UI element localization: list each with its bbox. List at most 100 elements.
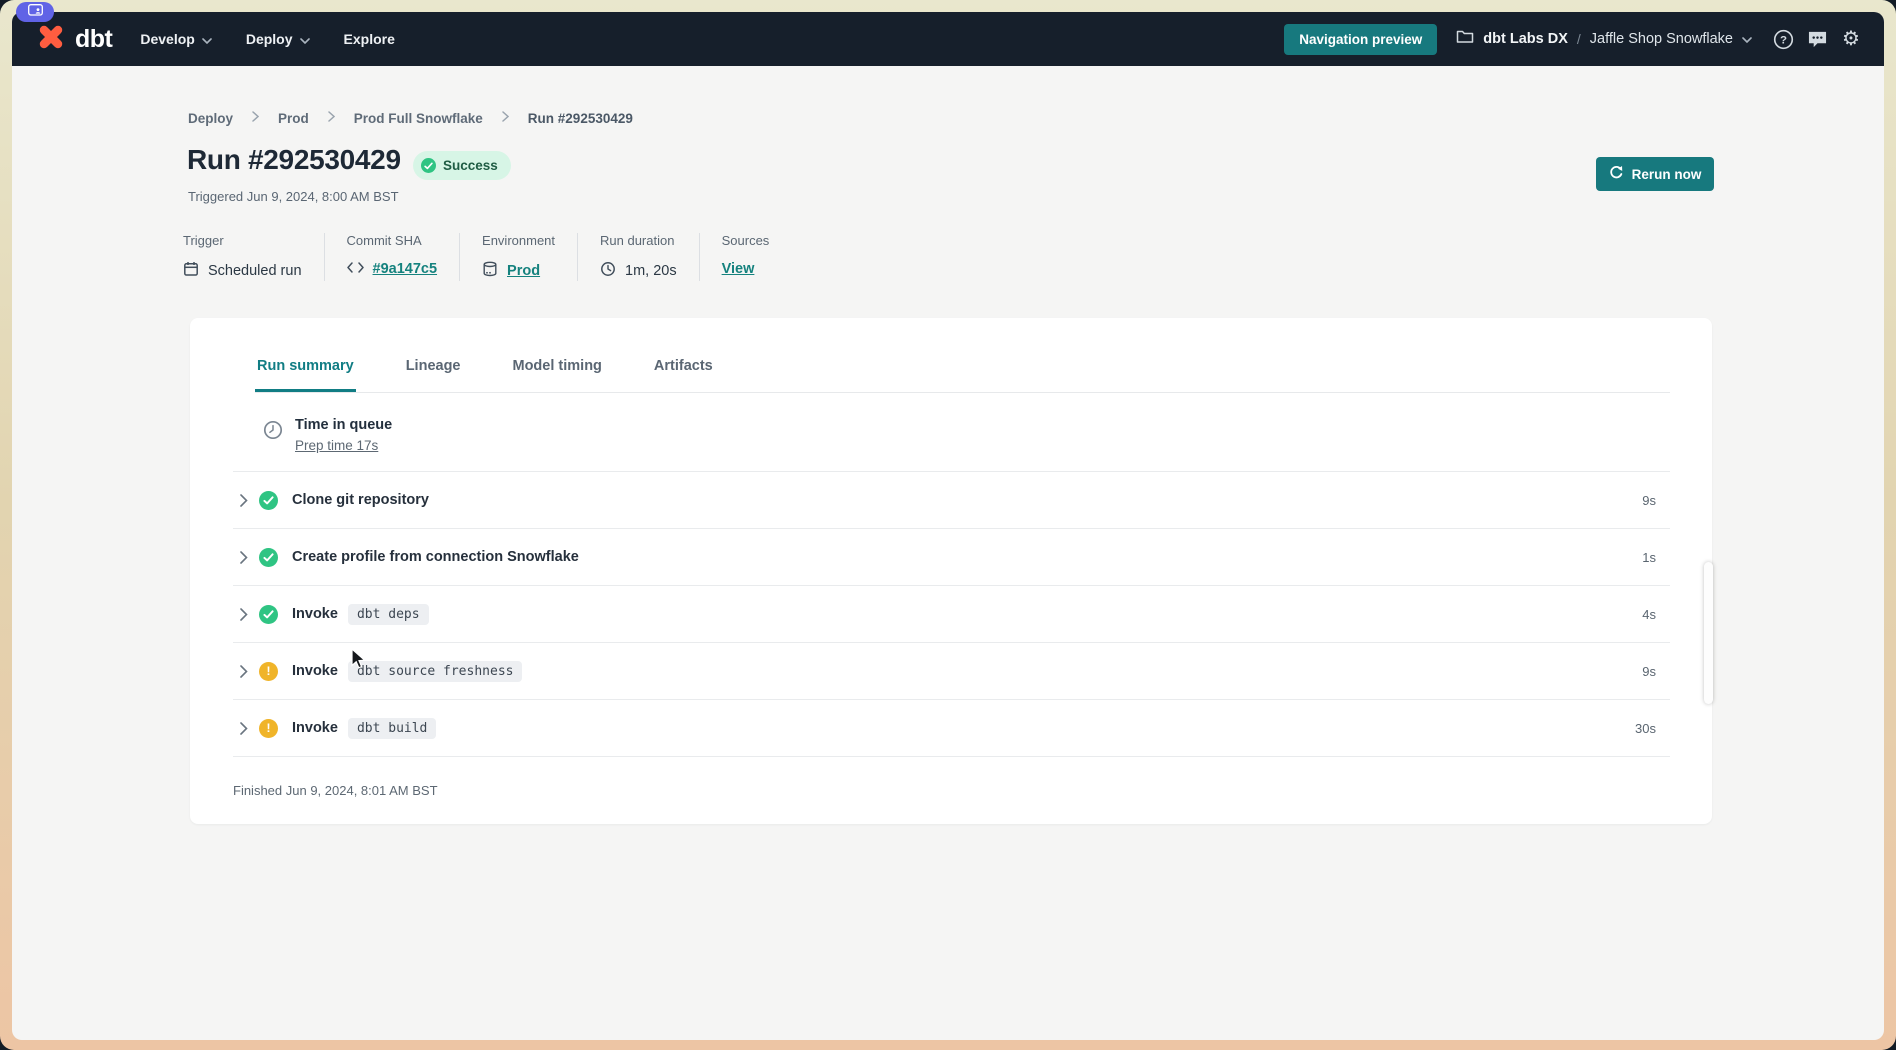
chevron-down-icon: [202, 31, 212, 47]
main-nav: Develop Deploy Explore: [140, 31, 395, 47]
chevron-right-icon: [502, 109, 509, 127]
screen-share-badge: [16, 2, 54, 22]
page-title: Run #292530429: [187, 144, 401, 176]
dbt-logo-text: dbt: [75, 25, 112, 54]
step-label: Clone git repository: [292, 492, 429, 508]
step-label: Create profile from connection Snowflake: [292, 549, 579, 565]
step-duration: 1s: [1642, 550, 1656, 565]
chevron-down-icon: [1742, 30, 1752, 48]
chevron-right-icon[interactable]: [240, 551, 248, 564]
meta-label: Trigger: [183, 233, 302, 248]
chevron-right-icon[interactable]: [240, 722, 248, 735]
code-icon: [347, 261, 364, 277]
environment-link[interactable]: Prod: [507, 263, 540, 279]
run-summary-card: Run summary Lineage Model timing Artifac…: [190, 318, 1712, 824]
step-row-dbt-source-freshness[interactable]: Invoke dbt source freshness 9s: [233, 643, 1670, 700]
step-command-chip: dbt source freshness: [348, 661, 523, 682]
step-row-clone-git[interactable]: Clone git repository 9s: [233, 472, 1670, 529]
step-command-chip: dbt deps: [348, 604, 429, 625]
chevron-right-icon[interactable]: [240, 665, 248, 678]
meta-label: Sources: [722, 233, 770, 248]
breadcrumb-deploy[interactable]: Deploy: [188, 111, 233, 126]
nav-deploy[interactable]: Deploy: [246, 31, 310, 47]
rerun-now-label: Rerun now: [1632, 167, 1702, 182]
step-duration: 30s: [1635, 721, 1656, 736]
navigation-preview-button[interactable]: Navigation preview: [1284, 24, 1437, 55]
status-badge-label: Success: [443, 158, 498, 173]
project-selector[interactable]: dbt Labs DX / Jaffle Shop Snowflake: [1456, 29, 1752, 49]
chevron-right-icon[interactable]: [240, 494, 248, 507]
status-badge: Success: [413, 151, 511, 180]
feedback-icon[interactable]: [1805, 27, 1829, 51]
nav-deploy-label: Deploy: [246, 31, 293, 47]
topbar-right: Navigation preview dbt Labs DX / Jaffle …: [1284, 24, 1863, 55]
chevron-right-icon: [328, 109, 335, 127]
meta-trigger: Trigger Scheduled run: [183, 233, 325, 281]
help-icon[interactable]: ?: [1771, 27, 1795, 51]
breadcrumb-job[interactable]: Prod Full Snowflake: [354, 111, 483, 126]
folder-icon: [1456, 29, 1474, 49]
calendar-icon: [183, 261, 199, 281]
tab-lineage[interactable]: Lineage: [404, 358, 463, 392]
topbar-icons: ? ⚙: [1771, 27, 1863, 51]
database-icon: [482, 261, 498, 281]
breadcrumb: Deploy Prod Prod Full Snowflake Run #292…: [188, 109, 633, 127]
nav-develop[interactable]: Develop: [140, 31, 211, 47]
step-duration: 4s: [1642, 607, 1656, 622]
warning-icon: [259, 662, 278, 681]
success-check-icon: [259, 491, 278, 510]
chevron-right-icon: [252, 109, 259, 127]
meta-value: Scheduled run: [208, 263, 302, 279]
dbt-logo-icon: [35, 21, 67, 58]
tab-bar: Run summary Lineage Model timing Artifac…: [255, 318, 1670, 393]
step-row-create-profile[interactable]: Create profile from connection Snowflake…: [233, 529, 1670, 586]
breadcrumb-prod[interactable]: Prod: [278, 111, 309, 126]
breadcrumb-run: Run #292530429: [528, 111, 633, 126]
meta-value: 1m, 20s: [625, 263, 677, 279]
dbt-logo[interactable]: dbt: [35, 21, 112, 58]
gear-icon[interactable]: ⚙: [1839, 27, 1863, 51]
meta-sources: Sources View: [722, 233, 792, 281]
project-name: Jaffle Shop Snowflake: [1590, 31, 1733, 47]
nav-develop-label: Develop: [140, 31, 194, 47]
step-duration: 9s: [1642, 664, 1656, 679]
step-duration: 9s: [1642, 493, 1656, 508]
refresh-icon: [1609, 165, 1624, 183]
screen: dbt Develop Deploy Explore: [0, 0, 1896, 1050]
svg-text:?: ?: [1780, 34, 1787, 46]
screen-share-icon: [28, 3, 43, 21]
commit-sha-link[interactable]: #9a147c5: [373, 261, 438, 277]
nav-explore-label: Explore: [344, 31, 395, 47]
meta-label: Environment: [482, 233, 555, 248]
step-label: Invoke: [292, 606, 338, 622]
app-window: dbt Develop Deploy Explore: [12, 12, 1884, 1040]
meta-label: Commit SHA: [347, 233, 438, 248]
step-command-chip: dbt build: [348, 718, 436, 739]
rerun-now-button[interactable]: Rerun now: [1596, 157, 1714, 191]
nav-explore[interactable]: Explore: [344, 31, 395, 47]
timer-icon: [263, 420, 283, 445]
clock-icon: [600, 261, 616, 281]
warning-icon: [259, 719, 278, 738]
meta-label: Run duration: [600, 233, 677, 248]
prep-time-link[interactable]: Prep time 17s: [295, 438, 378, 453]
success-check-icon: [259, 548, 278, 567]
success-check-icon: [259, 605, 278, 624]
success-check-icon: [421, 158, 436, 173]
account-name: dbt Labs DX: [1483, 31, 1568, 47]
triggered-timestamp: Triggered Jun 9, 2024, 8:00 AM BST: [188, 189, 399, 204]
sources-view-link[interactable]: View: [722, 261, 755, 277]
chevron-right-icon[interactable]: [240, 608, 248, 621]
step-label: Invoke: [292, 663, 338, 679]
tab-model-timing[interactable]: Model timing: [511, 358, 604, 392]
meta-commit-sha: Commit SHA #9a147c5: [347, 233, 461, 281]
path-separator: /: [1577, 31, 1581, 47]
step-row-dbt-build[interactable]: Invoke dbt build 30s: [233, 700, 1670, 757]
scrollbar-thumb[interactable]: [1704, 562, 1713, 704]
tab-artifacts[interactable]: Artifacts: [652, 358, 715, 392]
step-label: Invoke: [292, 720, 338, 736]
meta-environment: Environment Prod: [482, 233, 578, 281]
top-navbar: dbt Develop Deploy Explore: [12, 12, 1884, 66]
tab-run-summary[interactable]: Run summary: [255, 358, 356, 392]
step-row-dbt-deps[interactable]: Invoke dbt deps 4s: [233, 586, 1670, 643]
